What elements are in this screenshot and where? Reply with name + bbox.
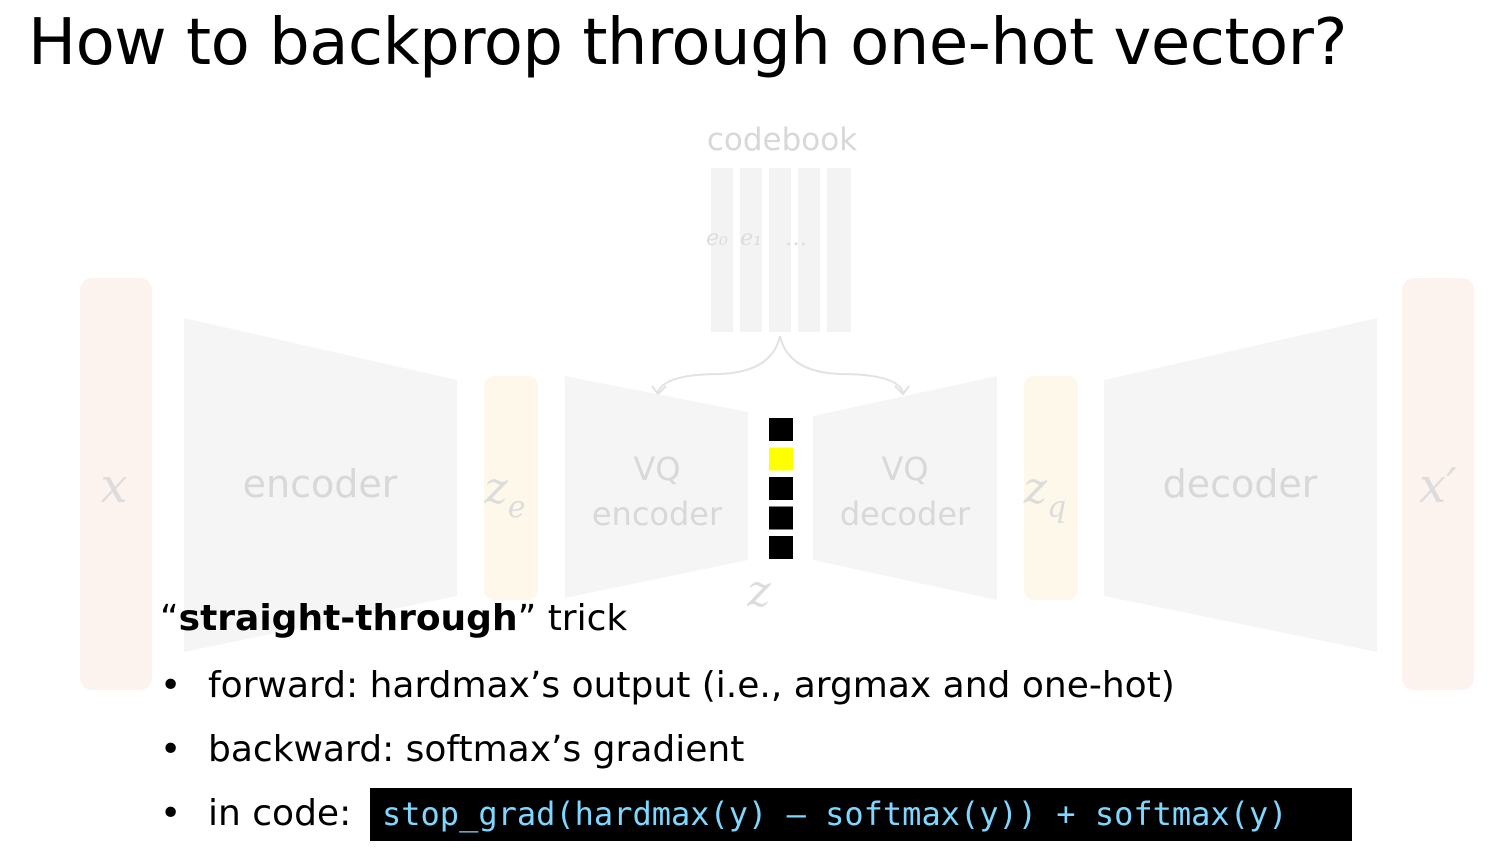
one-hot-cell [769, 477, 793, 500]
one-hot-cell [769, 447, 793, 471]
one-hot-vector [769, 418, 793, 559]
input-x-label: x [100, 458, 127, 514]
codebook-entry: e₀ [706, 226, 728, 251]
vq-encoder-label-line1: VQ [633, 450, 680, 488]
codebook-brace [657, 335, 904, 393]
codebook-entry: … [785, 226, 807, 251]
encoder-label: encoder [243, 462, 398, 506]
codebook-column [827, 168, 851, 332]
bullet-marker: • [160, 665, 182, 706]
bullet-text: forward: hardmax’s output (i.e., argmax … [208, 665, 1175, 706]
straight-through-term: straight-through [178, 598, 518, 639]
one-hot-cell [769, 506, 793, 530]
z-label: z [746, 566, 771, 617]
vq-decoder-block [813, 376, 997, 600]
codebook-label: codebook [707, 122, 857, 158]
one-hot-cell [769, 418, 793, 441]
bullet-text: in code: [208, 793, 352, 834]
codebook-columns [711, 168, 851, 332]
bullet-marker: • [160, 793, 182, 834]
bullet-text: backward: softmax’s gradient [208, 729, 745, 770]
bullet-marker: • [160, 729, 182, 770]
vq-encoder-label-line2: encoder [592, 495, 723, 533]
code-snippet: stop_grad(hardmax(y) – softmax(y)) + sof… [370, 788, 1352, 841]
vq-decoder-label-line1: VQ [881, 450, 928, 488]
decoder-label: decoder [1163, 462, 1318, 506]
vq-decoder-label-line2: decoder [840, 495, 971, 533]
straight-through-heading: “straight-through” trick [160, 598, 628, 639]
codebook-entry: e₁ [740, 226, 762, 251]
output-x-label: x′ [1419, 458, 1457, 514]
one-hot-cell [769, 536, 793, 559]
